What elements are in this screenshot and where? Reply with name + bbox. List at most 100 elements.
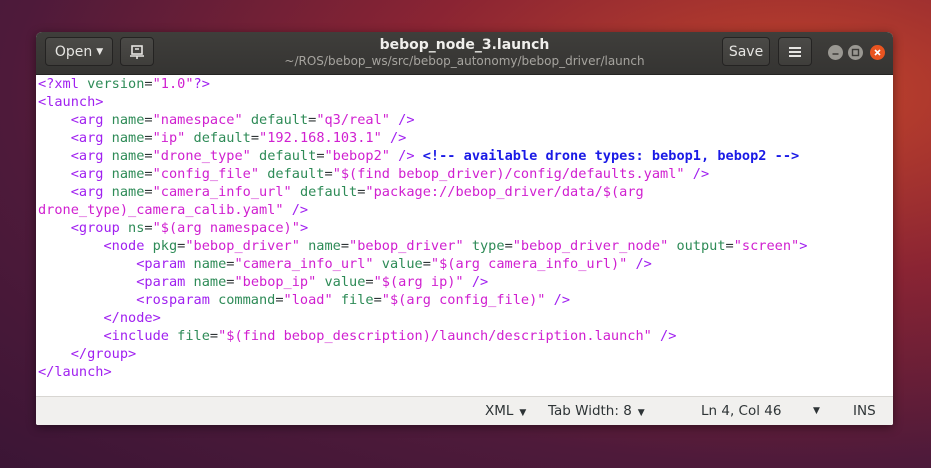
xml-attribute: file: [340, 292, 374, 308]
maximize-icon: [851, 48, 860, 57]
plain-text: [38, 112, 71, 128]
xml-attribute: command: [218, 292, 276, 308]
plain-text: =: [725, 238, 734, 254]
xml-value: "namespace": [152, 112, 243, 128]
plain-text: [38, 148, 71, 164]
xml-attribute: name: [111, 112, 145, 128]
xml-attribute: name: [111, 148, 145, 164]
text-editor[interactable]: <?xml version="1.0"?> <launch> <arg name=…: [36, 75, 893, 396]
plain-text: =: [340, 238, 350, 254]
code-line: <node pkg="bebop_driver" name="bebop_dri…: [36, 237, 893, 255]
menu-button[interactable]: [778, 37, 812, 66]
plain-text: =: [144, 166, 153, 182]
xml-tag: />: [471, 274, 489, 290]
xml-attribute: name: [111, 166, 145, 182]
code-line: <arg name="config_file" default="$(find …: [36, 165, 893, 183]
xml-tag: />: [398, 148, 415, 164]
plain-text: [38, 220, 71, 236]
code-line: <include file="$(find bebop_description)…: [36, 327, 893, 345]
code-line: <?xml version="1.0"?>: [36, 75, 893, 93]
chevron-down-icon[interactable]: ▼: [813, 397, 820, 425]
plain-text: [464, 274, 472, 290]
code-line: </group>: [36, 345, 893, 363]
code-line: </node>: [36, 309, 893, 327]
status-bar: XML ▼ Tab Width: 8 ▼ Ln 4, Col 46 ▼ INS: [36, 396, 893, 425]
xml-tag: <arg: [70, 130, 112, 146]
xml-tag: </group>: [70, 346, 137, 362]
xml-tag: <?xml: [38, 76, 88, 92]
minimize-button[interactable]: [828, 45, 843, 60]
plain-text: [259, 166, 267, 182]
open-button[interactable]: Open ▼: [45, 37, 113, 66]
xml-attribute: name: [193, 256, 227, 272]
plain-text: [652, 328, 660, 344]
xml-attribute: ns: [128, 220, 145, 236]
xml-value: "$(arg ip)": [373, 274, 464, 290]
code-line: drone_type)_camera_calib.yaml" />: [36, 201, 893, 219]
tab-width-selector[interactable]: Tab Width: 8 ▼: [548, 397, 645, 425]
plain-text: [390, 148, 398, 164]
xml-tag: >: [299, 220, 309, 236]
cursor-position[interactable]: Ln 4, Col 46: [701, 397, 781, 425]
close-button[interactable]: [870, 45, 885, 60]
xml-attribute: name: [111, 130, 145, 146]
xml-tag: <include: [103, 328, 178, 344]
xml-value: "$(arg config_file)": [381, 292, 546, 308]
plain-text: =: [422, 256, 431, 272]
plain-text: [38, 256, 136, 272]
plain-text: [415, 148, 423, 164]
xml-attribute: default: [250, 112, 309, 128]
chevron-down-icon: ▼: [637, 408, 645, 418]
pin-document-icon: [130, 44, 144, 59]
xml-tag: <arg: [70, 112, 112, 128]
save-button[interactable]: Save: [722, 37, 770, 66]
xml-tag: <arg: [70, 166, 112, 182]
xml-tag: <launch>: [38, 94, 104, 110]
xml-value: "screen": [733, 238, 800, 254]
plain-text: =: [250, 130, 260, 146]
xml-tag: <arg: [70, 148, 112, 164]
plain-text: =: [144, 112, 153, 128]
plain-text: [300, 238, 308, 254]
xml-value: drone_type)_camera_calib.yaml": [38, 202, 284, 218]
xml-tag: />: [660, 328, 677, 344]
plain-text: [38, 292, 136, 308]
xml-value: "load": [283, 292, 333, 308]
xml-tag: />: [635, 256, 652, 272]
chevron-down-icon: ▼: [519, 408, 527, 418]
xml-attribute: pkg: [152, 238, 178, 254]
file-path: ~/ROS/bebop_ws/src/bebop_autonomy/bebop_…: [284, 54, 645, 68]
xml-tag: <rosparam: [136, 292, 219, 308]
maximize-button[interactable]: [848, 45, 863, 60]
close-icon: [874, 49, 881, 56]
pin-document-button[interactable]: [120, 37, 154, 66]
xml-value: "1.0": [152, 76, 194, 92]
xml-tag: />: [692, 166, 710, 182]
xml-value: "camera_info_url": [234, 256, 374, 272]
xml-tag: />: [389, 130, 407, 146]
plain-text: =: [144, 76, 153, 92]
title-area: bebop_node_3.launch ~/ROS/bebop_ws/src/b…: [276, 37, 653, 69]
xml-value: "bebop_driver": [349, 238, 464, 254]
xml-value: "bebop_driver_node": [512, 238, 669, 254]
plain-text: =: [324, 166, 333, 182]
plain-text: [38, 346, 71, 362]
hamburger-menu-icon: [789, 46, 801, 57]
xml-value: "bebop_ip": [234, 274, 317, 290]
plain-text: =: [365, 274, 374, 290]
code-line: </launch>: [36, 363, 893, 381]
code-line: <rosparam command="load" file="$(arg con…: [36, 291, 893, 309]
plain-text: =: [144, 148, 153, 164]
xml-comment: <!-- available drone types: bebop1, bebo…: [422, 148, 800, 164]
code-line: <param name="camera_info_url" value="$(a…: [36, 255, 893, 273]
plain-text: [38, 310, 103, 326]
xml-tag: <group: [70, 220, 129, 236]
plain-text: [38, 328, 103, 344]
xml-value: "ip": [152, 130, 186, 146]
plain-text: =: [373, 292, 382, 308]
xml-attribute: type: [471, 238, 505, 254]
language-label: XML: [485, 403, 514, 419]
language-selector[interactable]: XML ▼: [485, 397, 526, 425]
xml-attribute: value: [324, 274, 366, 290]
minimize-icon: [832, 53, 839, 55]
